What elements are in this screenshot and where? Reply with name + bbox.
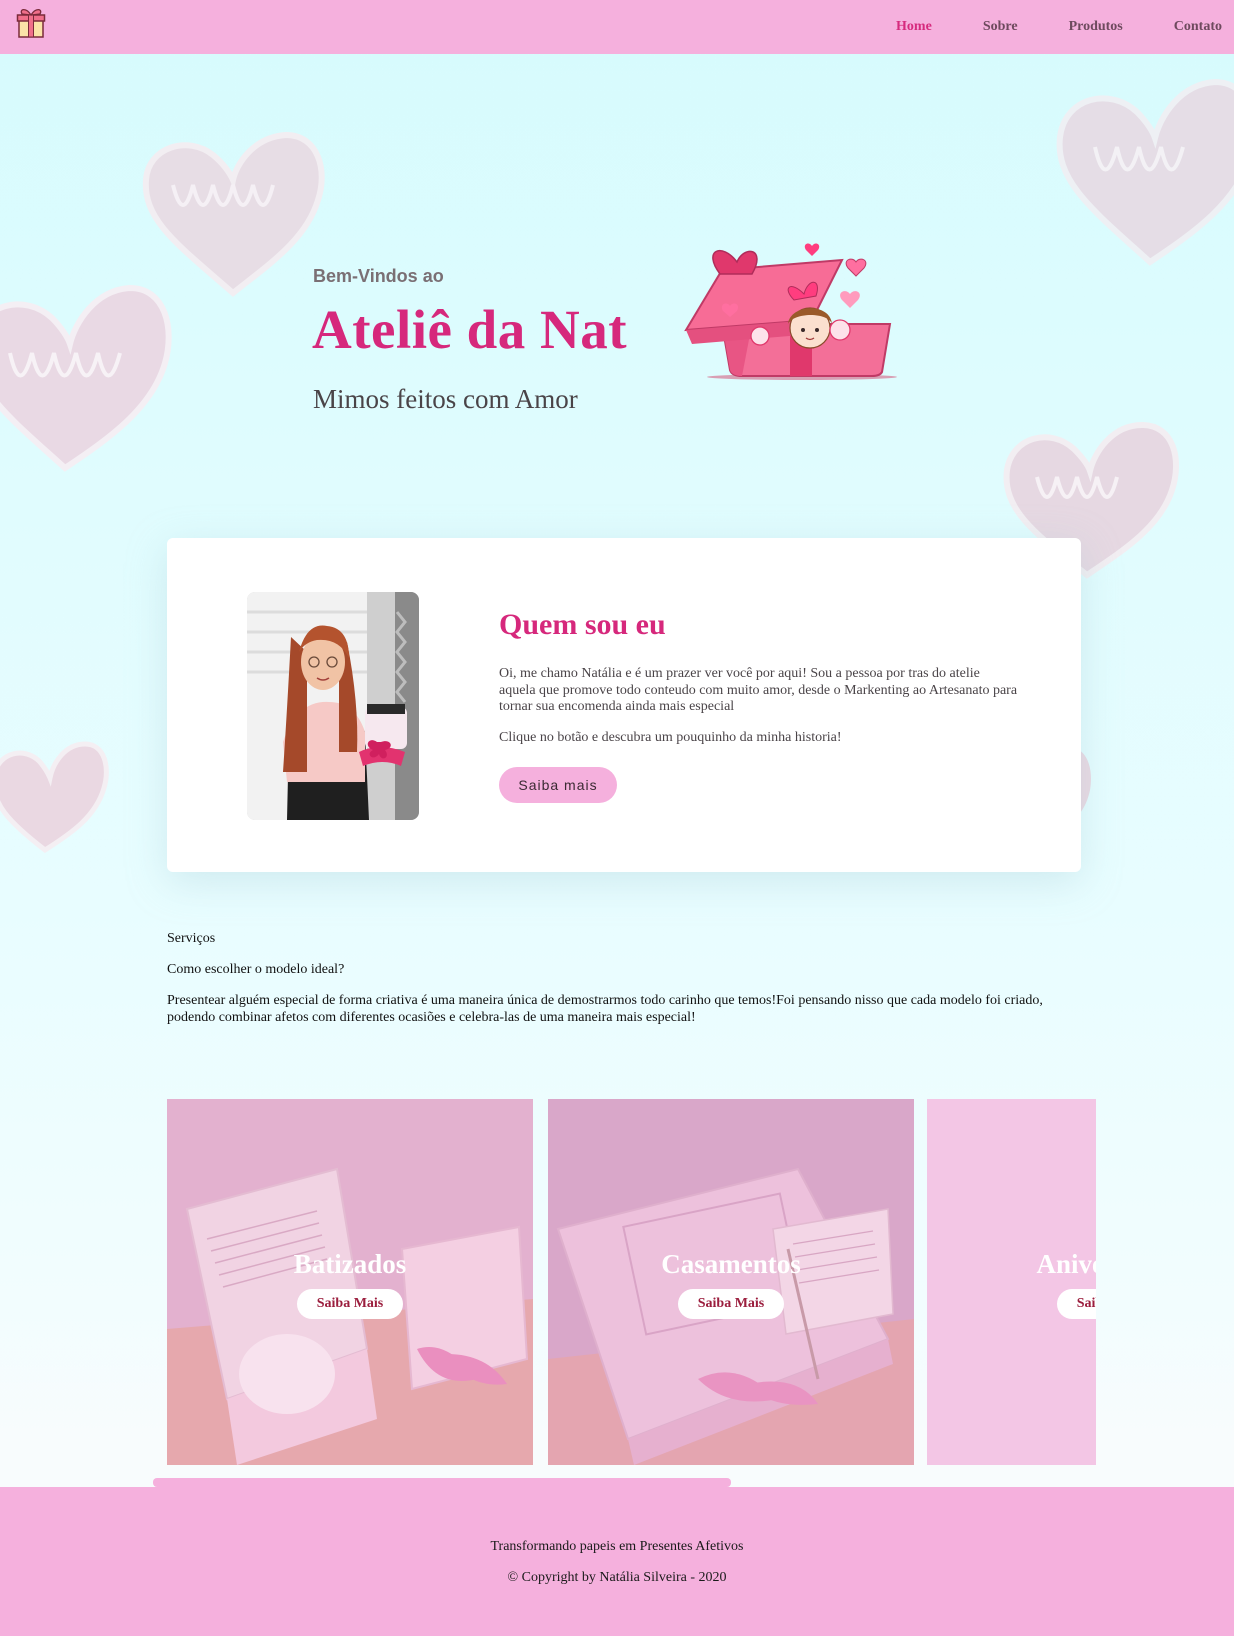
nav-home-link[interactable]: Home (896, 19, 932, 35)
about-title: Quem sou eu (499, 608, 666, 641)
main-nav: Home Sobre Produtos Contato (845, 0, 1222, 54)
services-question: Como escolher o modelo ideal? (167, 962, 345, 977)
aniversario-tile-background (927, 1099, 1096, 1465)
service-tile-casamentos[interactable]: Casamentos Saiba Mais (548, 1099, 914, 1465)
tile-title: Casamentos (661, 1249, 801, 1279)
service-tile-batizados[interactable]: Batizados Saiba Mais (167, 1099, 533, 1465)
page-footer: Transformando papeis em Presentes Afetiv… (0, 1487, 1234, 1636)
nav-sobre-link[interactable]: Sobre (983, 19, 1018, 35)
batizado-box-photo (167, 1099, 533, 1465)
casamento-box-photo (548, 1099, 914, 1465)
hero-subtitle: Mimos feitos com Amor (313, 384, 578, 414)
tile-title: Aniversários (1036, 1249, 1097, 1279)
tile-saiba-mais-button[interactable]: Saiba Mais (678, 1289, 784, 1319)
hero-title: Ateliê da Nat (312, 299, 628, 360)
footer-tagline: Transformando papeis em Presentes Afetiv… (490, 1539, 744, 1554)
saiba-mais-button[interactable]: Saiba mais (499, 767, 617, 803)
about-card: Quem sou eu Oi, me chamo Natália e é um … (167, 538, 1081, 872)
profile-photo (247, 592, 419, 820)
gift-icon[interactable] (16, 7, 46, 39)
nav-contato-link[interactable]: Contato (1174, 19, 1222, 35)
tile-title: Batizados (293, 1249, 407, 1279)
decorative-heart-icon (0, 741, 109, 854)
carousel-scrollbar[interactable] (153, 1478, 731, 1487)
services-description: Presentear alguém especial de forma cria… (167, 993, 1043, 1025)
services-carousel[interactable]: Batizados Saiba Mais Casamentos Saiba Ma… (167, 1099, 1096, 1465)
service-tile-aniversarios[interactable]: Aniversários Saiba Mais (927, 1099, 1096, 1465)
decorative-heart-icon (1056, 78, 1234, 266)
nav-produtos-link[interactable]: Produtos (1069, 19, 1123, 35)
gift-box-girl-illustration (684, 243, 897, 380)
about-cta-text: Clique no botão e descubra um pouquinho … (499, 730, 842, 745)
tile-saiba-mais-button[interactable]: Saiba Mais (1057, 1289, 1096, 1319)
hero-welcome: Bem-Vindos ao (313, 266, 444, 286)
footer-copyright: © Copyright by Natália Silveira - 2020 (507, 1570, 727, 1585)
decorative-heart-icon (0, 284, 172, 472)
services-heading: Serviços (167, 931, 216, 946)
top-navbar: Home Sobre Produtos Contato (0, 0, 1234, 54)
about-text: Oi, me chamo Natália e é um prazer ver v… (499, 666, 1018, 714)
tile-saiba-mais-button[interactable]: Saiba Mais (297, 1289, 403, 1319)
